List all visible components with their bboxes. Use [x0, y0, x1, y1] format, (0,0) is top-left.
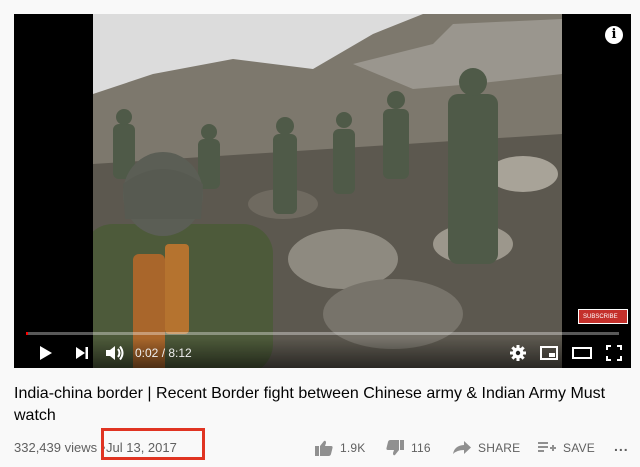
view-count: 332,439 views	[14, 440, 98, 455]
upload-date: Jul 13, 2017	[106, 440, 177, 455]
like-count: 1.9K	[340, 441, 366, 455]
save-label: SAVE	[563, 441, 595, 455]
theater-icon	[572, 347, 592, 359]
more-actions-button[interactable]: ...	[614, 438, 629, 454]
video-title: India-china border | Recent Border fight…	[14, 385, 606, 424]
like-button[interactable]: 1.9K	[315, 438, 366, 458]
progress-bar[interactable]	[26, 332, 619, 335]
dislike-button[interactable]: 116	[386, 438, 431, 458]
theater-mode-button[interactable]	[570, 342, 594, 364]
video-player[interactable]: i SUBSCRIBE 0:02 / 8:12	[14, 14, 631, 368]
play-button[interactable]	[36, 342, 56, 364]
thumbs-down-icon	[386, 440, 404, 456]
subscribe-watermark[interactable]: SUBSCRIBE	[578, 309, 628, 324]
share-label: SHARE	[478, 441, 521, 455]
next-icon	[76, 347, 88, 359]
fullscreen-icon	[606, 345, 622, 361]
thumbs-up-icon	[315, 440, 333, 456]
volume-icon	[106, 345, 124, 361]
time-display: 0:02 / 8:12	[135, 346, 192, 360]
player-controls: 0:02 / 8:12	[14, 338, 631, 368]
gear-icon	[510, 345, 526, 361]
fullscreen-button[interactable]	[603, 342, 625, 364]
progress-fill	[26, 332, 29, 335]
info-button[interactable]: i	[605, 26, 623, 44]
time-current: 0:02	[135, 346, 159, 360]
dislike-count: 116	[411, 441, 431, 455]
share-icon	[453, 441, 471, 454]
playlist-add-icon	[538, 442, 556, 452]
time-total: 8:12	[168, 346, 192, 360]
video-frame[interactable]	[93, 14, 562, 368]
video-scene	[93, 14, 562, 368]
next-button[interactable]	[72, 342, 92, 364]
share-button[interactable]: SHARE	[453, 438, 520, 458]
volume-button[interactable]	[104, 342, 126, 364]
video-views: 332,439 views •	[14, 440, 105, 455]
miniplayer-icon	[540, 346, 558, 360]
play-icon	[40, 346, 52, 360]
settings-button[interactable]	[507, 342, 529, 364]
time-separator: /	[158, 346, 169, 360]
miniplayer-button[interactable]	[538, 342, 560, 364]
save-button[interactable]: SAVE	[538, 438, 595, 458]
